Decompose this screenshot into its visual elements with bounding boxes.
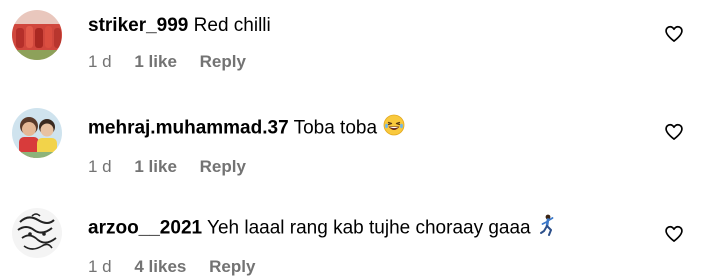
comment-meta: 1 d 1 like Reply [88, 52, 642, 72]
likes-count-link[interactable]: 1 like [134, 157, 177, 176]
comment-text: Red chilli [193, 15, 271, 36]
comment-time: 1 d [88, 52, 112, 71]
heart-icon[interactable] [664, 122, 684, 142]
comment-body: striker_999 Red chilli 1 d 1 like Reply [88, 14, 642, 72]
avatar[interactable] [12, 108, 62, 158]
comment-item: arzoo__2021 Yeh laaal rang kab tujhe cho… [0, 200, 702, 280]
comment-text: Toba toba [293, 117, 378, 139]
avatar-image [12, 208, 62, 258]
avatar[interactable] [12, 208, 62, 258]
laughing-face-icon [383, 114, 405, 143]
comment-text: Yeh laaal rang kab tujhe choraay gaaa [207, 217, 531, 239]
comment-body: mehraj.muhammad.37 Toba toba 1 d 1 like [88, 114, 642, 177]
comment-item: striker_999 Red chilli 1 d 1 like Reply [0, 0, 702, 90]
reply-button[interactable]: Reply [200, 52, 246, 71]
reply-button[interactable]: Reply [209, 257, 255, 276]
comment-line: arzoo__2021 Yeh laaal rang kab tujhe cho… [88, 214, 642, 243]
username-link[interactable]: striker_999 [88, 15, 188, 36]
username-link[interactable]: mehraj.muhammad.37 [88, 118, 289, 139]
avatar-image [12, 10, 62, 60]
heart-icon[interactable] [664, 224, 684, 244]
avatar-image [12, 108, 62, 158]
comment-meta: 1 d 4 likes Reply [88, 257, 642, 277]
likes-count-link[interactable]: 1 like [134, 52, 177, 71]
comment-line: mehraj.muhammad.37 Toba toba [88, 114, 642, 143]
reply-button[interactable]: Reply [200, 157, 246, 176]
likes-count-link[interactable]: 4 likes [134, 257, 186, 276]
avatar[interactable] [12, 10, 62, 60]
comments-list: striker_999 Red chilli 1 d 1 like Reply [0, 0, 702, 280]
username-link[interactable]: arzoo__2021 [88, 218, 202, 239]
comment-body: arzoo__2021 Yeh laaal rang kab tujhe cho… [88, 214, 642, 277]
comment-time: 1 d [88, 257, 112, 276]
comment-line: striker_999 Red chilli [88, 14, 642, 38]
comment-meta: 1 d 1 like Reply [88, 157, 642, 177]
comment-time: 1 d [88, 157, 112, 176]
comment-item: mehraj.muhammad.37 Toba toba 1 d 1 like [0, 100, 702, 190]
heart-icon[interactable] [664, 24, 684, 44]
dancing-person-icon [537, 214, 557, 243]
